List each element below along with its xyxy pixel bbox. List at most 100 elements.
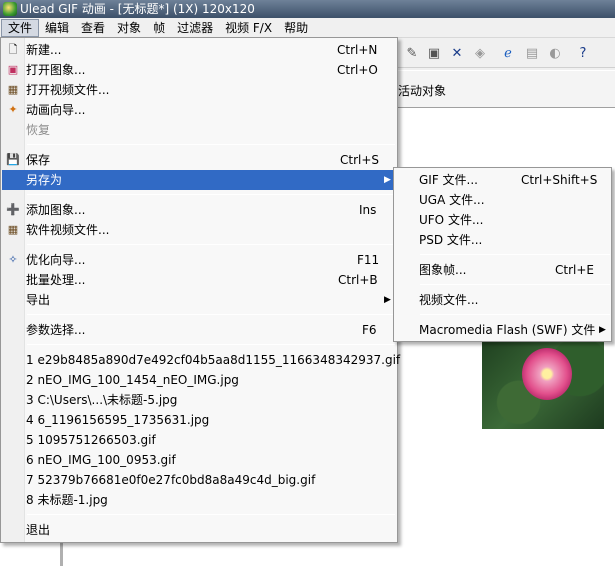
menu-item-save-as[interactable]: 另存为 ▶ <box>2 170 396 190</box>
menu-item-label: 软件视频文件... <box>26 223 110 237</box>
recent-file-item[interactable]: 2 nEO_IMG_100_1454_nEO_IMG.jpg <box>2 370 396 390</box>
menu-item-preferences[interactable]: 参数选择... F6 <box>2 320 396 340</box>
menu-separator <box>27 194 395 195</box>
menu-item-shortcut: Ctrl+E <box>555 263 594 277</box>
menu-item-revert[interactable]: 恢复 <box>2 120 396 140</box>
window-title: Ulead GIF 动画 - [无标题*] (1X) 120x120 <box>20 2 255 16</box>
submenu-item-uga[interactable]: UGA 文件... <box>395 190 610 210</box>
menu-item-video-file[interactable]: ▦ 软件视频文件... <box>2 220 396 240</box>
recent-file-label: 6 nEO_IMG_100_0953.gif <box>26 453 176 467</box>
toolbar-disabled2-icon[interactable]: ◐ <box>547 46 563 62</box>
menu-filter[interactable]: 过滤器 <box>171 19 219 37</box>
submenu-item-gif[interactable]: GIF 文件... Ctrl+Shift+S <box>395 170 610 190</box>
lotus-flower <box>522 348 572 400</box>
menu-item-label: 新建... <box>26 43 62 57</box>
menu-item-new[interactable]: 🗋 新建... Ctrl+N <box>2 40 396 60</box>
toolbar-optimize-icon[interactable]: ▣ <box>426 46 442 62</box>
recent-file-label: 2 nEO_IMG_100_1454_nEO_IMG.jpg <box>26 373 239 387</box>
submenu-arrow-icon: ▶ <box>384 175 391 185</box>
submenu-item-image-frames[interactable]: 图象帧... Ctrl+E <box>395 260 610 280</box>
menu-help[interactable]: 帮助 <box>278 19 314 37</box>
menu-item-animation-wizard[interactable]: ✦ 动画向导... <box>2 100 396 120</box>
recent-file-item[interactable]: 8 未标题-1.jpg <box>2 490 396 510</box>
open-video-icon: ▦ <box>7 83 19 96</box>
menu-item-shortcut: F6 <box>362 323 377 337</box>
menu-bar: 文件 编辑 查看 对象 帧 过滤器 视频 F/X 帮助 <box>0 18 615 38</box>
menu-item-optimize-wizard[interactable]: ✧ 优化向导... F11 <box>2 250 396 270</box>
video-file-icon: ▦ <box>7 223 19 236</box>
menu-item-label: 导出 <box>26 293 51 307</box>
menu-item-exit[interactable]: 退出 <box>2 520 396 540</box>
menu-item-label: 批量处理... <box>26 273 86 287</box>
menu-object[interactable]: 对象 <box>111 19 147 37</box>
recent-file-item[interactable]: 4 6_1196156595_1735631.jpg <box>2 410 396 430</box>
menu-item-shortcut: Ctrl+N <box>337 43 378 57</box>
canvas-image <box>482 340 604 429</box>
menu-separator <box>27 514 395 515</box>
menu-item-label: PSD 文件... <box>419 233 483 247</box>
menu-item-shortcut: F11 <box>357 253 380 267</box>
toolbar-preview-icon[interactable]: ◈ <box>472 46 488 62</box>
menu-item-save[interactable]: 💾 保存 Ctrl+S <box>2 150 396 170</box>
recent-file-label: 7 52379b76681e0f0e27fc0bd8a8a49c4d_big.g… <box>26 473 316 487</box>
menu-item-label: Macromedia Flash (SWF) 文件 <box>419 323 596 337</box>
menu-item-shortcut: Ctrl+Shift+S <box>521 173 598 187</box>
menu-edit[interactable]: 编辑 <box>39 19 75 37</box>
menu-item-label: 图象帧... <box>419 263 467 277</box>
menu-item-label: 退出 <box>26 523 51 537</box>
menu-frame[interactable]: 帧 <box>147 19 171 37</box>
menu-file[interactable]: 文件 <box>1 18 40 37</box>
menu-item-open-video[interactable]: ▦ 打开视频文件... <box>2 80 396 100</box>
menu-item-label: 参数选择... <box>26 323 86 337</box>
menu-item-shortcut: Ctrl+S <box>340 153 380 167</box>
menu-item-batch[interactable]: 批量处理... Ctrl+B <box>2 270 396 290</box>
menu-item-label: GIF 文件... <box>419 173 478 187</box>
active-object-label[interactable]: 活动对象 <box>398 82 446 99</box>
menu-item-open-image[interactable]: ▣ 打开图象... Ctrl+O <box>2 60 396 80</box>
toolbar-help-icon[interactable]: ? <box>575 46 591 62</box>
menu-item-label: 恢复 <box>26 123 51 137</box>
wizard-icon: ✦ <box>8 103 18 116</box>
submenu-item-video-file[interactable]: 视频文件... <box>395 290 610 310</box>
recent-file-item[interactable]: 1 e29b8485a890d7e492cf04b5aa8d1155_11663… <box>2 350 400 370</box>
menu-separator <box>27 144 395 145</box>
new-file-icon: 🗋 <box>8 43 18 56</box>
add-image-icon: ➕ <box>6 203 20 216</box>
menu-item-export[interactable]: 导出 ▶ <box>2 290 396 310</box>
save-icon: 💾 <box>6 153 20 166</box>
menu-item-label: 另存为 <box>26 173 63 187</box>
menu-item-label: 保存 <box>26 153 51 167</box>
submenu-arrow-icon: ▶ <box>384 295 391 305</box>
title-bar: Ulead GIF 动画 - [无标题*] (1X) 120x120 <box>0 0 615 18</box>
toolbar-close-icon[interactable]: ✕ <box>449 46 465 62</box>
menu-separator <box>420 284 610 285</box>
submenu-item-flash-swf[interactable]: Macromedia Flash (SWF) 文件 ▶ <box>395 320 610 340</box>
open-image-icon: ▣ <box>7 63 19 76</box>
recent-file-item[interactable]: 7 52379b76681e0f0e27fc0bd8a8a49c4d_big.g… <box>2 470 396 490</box>
menu-item-shortcut: Ctrl+O <box>337 63 378 77</box>
submenu-item-ufo[interactable]: UFO 文件... <box>395 210 610 230</box>
menu-view[interactable]: 查看 <box>75 19 111 37</box>
recent-file-label: 1 e29b8485a890d7e492cf04b5aa8d1155_11663… <box>26 353 401 367</box>
toolbar-disabled-icon[interactable]: ▤ <box>524 46 540 62</box>
recent-file-label: 3 C:\Users\...\未标题-5.jpg <box>26 393 178 407</box>
toolbar-browser-icon[interactable]: ℯ <box>500 46 516 62</box>
recent-file-label: 4 6_1196156595_1735631.jpg <box>26 413 210 427</box>
menu-item-label: 优化向导... <box>26 253 86 267</box>
menu-item-add-image[interactable]: ➕ 添加图象... Ins <box>2 200 396 220</box>
file-menu: 🗋 新建... Ctrl+N ▣ 打开图象... Ctrl+O ▦ 打开视频文件… <box>0 37 400 543</box>
recent-file-label: 5 1095751266503.gif <box>26 433 156 447</box>
menu-item-label: UGA 文件... <box>419 193 485 207</box>
recent-file-item[interactable]: 3 C:\Users\...\未标题-5.jpg <box>2 390 396 410</box>
menu-item-label: UFO 文件... <box>419 213 484 227</box>
app-icon <box>3 2 17 16</box>
toolbar-edit-icon[interactable]: ✎ <box>404 46 420 62</box>
optimize-icon: ✧ <box>8 253 18 266</box>
menu-item-shortcut: Ins <box>359 203 377 217</box>
menu-item-label: 打开视频文件... <box>26 83 110 97</box>
menu-item-label: 动画向导... <box>26 103 86 117</box>
submenu-item-psd[interactable]: PSD 文件... <box>395 230 610 250</box>
menu-video-fx[interactable]: 视频 F/X <box>219 19 278 37</box>
recent-file-item[interactable]: 5 1095751266503.gif <box>2 430 396 450</box>
recent-file-item[interactable]: 6 nEO_IMG_100_0953.gif <box>2 450 396 470</box>
